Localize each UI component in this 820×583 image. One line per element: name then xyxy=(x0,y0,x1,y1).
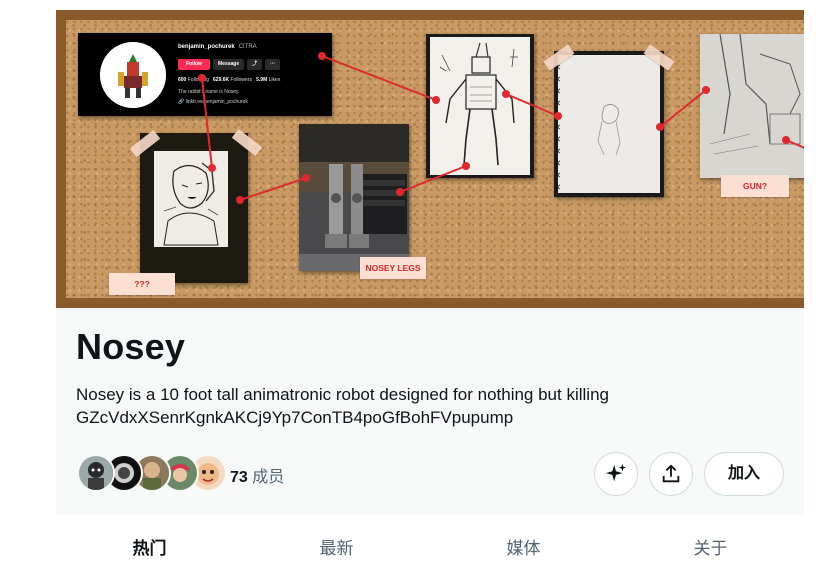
description-line-2: GZcVdxXSenrKgnkAKCj9Yp7ConTB4poGfBohFVpu… xyxy=(76,408,514,427)
member-avatars[interactable] xyxy=(77,454,227,494)
tab-media[interactable]: 媒体 xyxy=(430,515,617,575)
cork-board: benjamin_pochurek CITRA Follow Message ⤴ … xyxy=(66,20,804,298)
tab-top[interactable]: 热门 xyxy=(56,515,243,575)
description-line-1: Nosey is a 10 foot tall animatronic robo… xyxy=(76,385,609,404)
tab-latest[interactable]: 最新 xyxy=(243,515,430,575)
community-banner: benjamin_pochurek CITRA Follow Message ⤴ … xyxy=(56,10,804,308)
member-count-number: 73 xyxy=(230,469,248,486)
community-description: Nosey is a 10 foot tall animatronic robo… xyxy=(76,383,756,429)
red-thread-lines xyxy=(198,52,804,204)
community-title: Nosey xyxy=(76,326,186,367)
community-tabs: 热门 最新 媒体 关于 xyxy=(56,515,804,575)
sparkle-icon xyxy=(605,463,627,482)
share-button[interactable] xyxy=(649,452,693,496)
member-avatar xyxy=(77,454,115,492)
community-page: benjamin_pochurek CITRA Follow Message ⤴ … xyxy=(56,10,804,575)
tab-about[interactable]: 关于 xyxy=(617,515,804,575)
grok-sparkle-button[interactable] xyxy=(594,452,638,496)
share-upload-icon xyxy=(662,464,680,483)
member-count-label: 成员 xyxy=(252,469,285,486)
member-count[interactable]: 73 成员 xyxy=(230,463,284,487)
join-button[interactable]: 加入 xyxy=(704,452,784,496)
